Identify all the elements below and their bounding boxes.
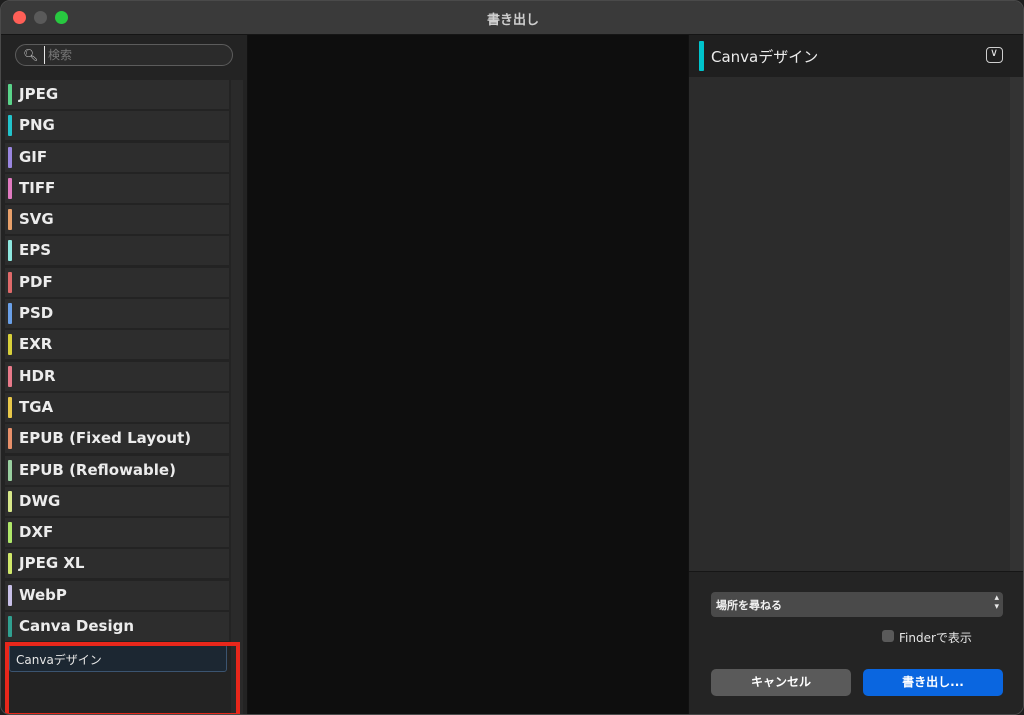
- format-color-tag: [8, 209, 12, 231]
- show-in-finder-label: Finderで表示: [899, 631, 972, 645]
- format-item-label: EXR: [19, 335, 53, 354]
- format-item-label: EPS: [19, 241, 52, 260]
- export-window: 書き出し 🔍︎ JPEG PNG GIF TIFF SVG EPS PDF PSD EXR HDR…: [0, 0, 1024, 715]
- format-color-tag: [8, 459, 12, 481]
- format-item[interactable]: EPUB (Fixed Layout): [5, 424, 229, 454]
- settings-panel: Canvaデザイン ∨ 場所を尋ねる ▴ ▾ Finderで表示 キャンセル 書き…: [688, 35, 1023, 714]
- format-item-label: Canva Design: [19, 617, 135, 636]
- sidebar-scrollbar[interactable]: [231, 80, 243, 714]
- format-color-tag: [8, 177, 12, 199]
- format-item-label: TIFF: [19, 178, 56, 197]
- format-color-tag: [8, 334, 12, 356]
- title-bar: 書き出し: [1, 1, 1023, 35]
- panel-scrollbar[interactable]: [1010, 77, 1023, 571]
- format-item-label: DWG: [19, 491, 61, 510]
- search-input[interactable]: [44, 46, 228, 64]
- format-item-label: HDR: [19, 366, 56, 385]
- format-item-label: PNG: [19, 116, 55, 135]
- format-item-label: TGA: [19, 397, 54, 416]
- format-item[interactable]: PDF: [5, 267, 229, 297]
- canva-design-preset-item[interactable]: Canvaデザイン: [9, 644, 227, 673]
- panel-color-tag: [699, 41, 704, 71]
- format-color-tag: [8, 84, 12, 105]
- format-item[interactable]: Canva Design: [5, 612, 229, 642]
- show-in-finder-checkbox[interactable]: [882, 630, 894, 642]
- format-item[interactable]: DXF: [5, 518, 229, 548]
- format-color-tag: [8, 490, 12, 512]
- format-item[interactable]: DWG: [5, 486, 229, 516]
- format-color-tag: [8, 553, 12, 575]
- format-item[interactable]: GIF: [5, 142, 229, 172]
- format-color-tag: [8, 115, 12, 137]
- format-item[interactable]: EPUB (Reflowable): [5, 455, 229, 485]
- format-color-tag: [8, 396, 12, 418]
- search-field[interactable]: 🔍︎: [15, 44, 233, 66]
- format-sidebar: 🔍︎ JPEG PNG GIF TIFF SVG EPS PDF PSD EXR HDR TGA EP…: [1, 35, 248, 714]
- cancel-button[interactable]: キャンセル: [711, 669, 851, 696]
- format-item[interactable]: JPEG: [5, 80, 229, 109]
- preset-item-label: Canvaデザイン: [16, 653, 102, 668]
- format-color-tag: [8, 616, 12, 638]
- format-item[interactable]: WebP: [5, 580, 229, 610]
- format-item-label: EPUB (Fixed Layout): [19, 429, 192, 448]
- window-title: 書き出し: [486, 13, 539, 28]
- format-color-tag: [8, 584, 12, 606]
- format-item-label: JPEG: [19, 85, 59, 103]
- format-item[interactable]: EPS: [5, 236, 229, 266]
- format-item-label: EPUB (Reflowable): [19, 460, 176, 479]
- format-color-tag: [8, 146, 12, 168]
- chevron-down-icon: ∨: [990, 46, 999, 59]
- location-select-value: 場所を尋ねる: [716, 599, 782, 612]
- format-item[interactable]: HDR: [5, 361, 229, 391]
- format-item-label: WebP: [19, 585, 67, 604]
- panel-options-area: [689, 77, 1010, 571]
- format-item-label: DXF: [19, 523, 54, 542]
- search-icon: 🔍︎: [23, 48, 39, 62]
- format-item-label: PDF: [19, 272, 53, 291]
- format-color-tag: [8, 240, 12, 262]
- format-item-label: SVG: [19, 210, 54, 229]
- format-item[interactable]: TGA: [5, 392, 229, 422]
- format-item-label: GIF: [19, 147, 48, 166]
- format-item[interactable]: PNG: [5, 111, 229, 141]
- format-item[interactable]: PSD: [5, 299, 229, 329]
- select-arrows-icon: ▴ ▾: [994, 593, 999, 612]
- format-list: JPEG PNG GIF TIFF SVG EPS PDF PSD EXR HDR TGA EPUB …: [5, 80, 229, 673]
- panel-header: Canvaデザイン ∨: [689, 35, 1023, 77]
- format-color-tag: [8, 428, 12, 450]
- format-item-label: PSD: [19, 304, 54, 323]
- panel-expand-button[interactable]: ∨: [986, 46, 1003, 63]
- export-button[interactable]: 書き出し...: [863, 669, 1003, 696]
- format-item[interactable]: EXR: [5, 330, 229, 360]
- location-select[interactable]: 場所を尋ねる ▴ ▾: [711, 592, 1003, 617]
- format-item[interactable]: JPEG XL: [5, 549, 229, 579]
- format-color-tag: [8, 365, 12, 387]
- format-color-tag: [8, 522, 12, 544]
- format-item[interactable]: TIFF: [5, 173, 229, 203]
- format-color-tag: [8, 271, 12, 293]
- format-item-label: JPEG XL: [19, 554, 85, 573]
- format-item[interactable]: SVG: [5, 205, 229, 235]
- format-color-tag: [8, 303, 12, 325]
- preview-area: [248, 35, 688, 714]
- panel-title: Canvaデザイン: [711, 48, 819, 66]
